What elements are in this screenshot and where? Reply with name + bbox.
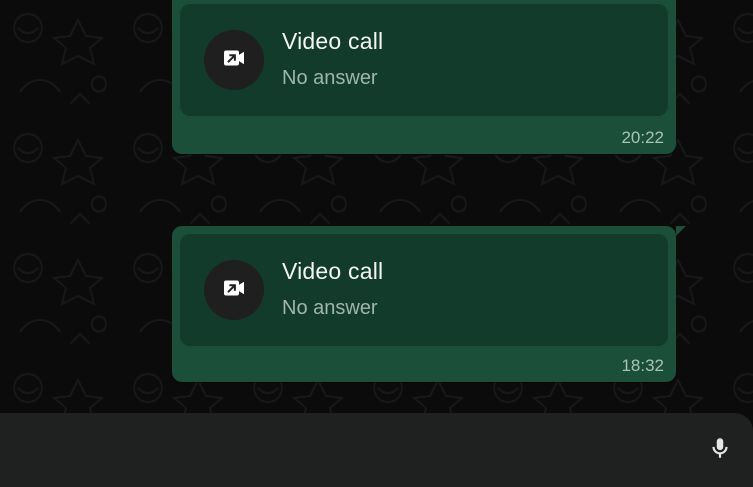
call-status: No answer [282,297,378,319]
voice-message-button[interactable] [703,433,737,467]
bubble-tail [676,226,686,236]
call-card[interactable]: Video call No answer [180,4,668,116]
message-bubble-1[interactable]: Video call No answer 20:22 [172,0,676,154]
message-time: 20:22 [621,128,664,147]
message-composer[interactable] [0,413,753,487]
video-call-icon-circle [204,260,264,320]
video-call-outgoing-icon [219,273,249,308]
chat-window: Video call No answer 20:22 Video call No… [0,0,753,487]
message-time: 18:32 [621,356,664,375]
video-call-icon-circle [204,30,264,90]
video-call-outgoing-icon [219,43,249,78]
call-card[interactable]: Video call No answer [180,234,668,346]
call-status: No answer [282,67,378,89]
call-title: Video call [282,28,384,54]
call-title: Video call [282,258,384,284]
microphone-icon [707,435,733,466]
message-bubble-2[interactable]: Video call No answer 18:32 [172,226,686,382]
